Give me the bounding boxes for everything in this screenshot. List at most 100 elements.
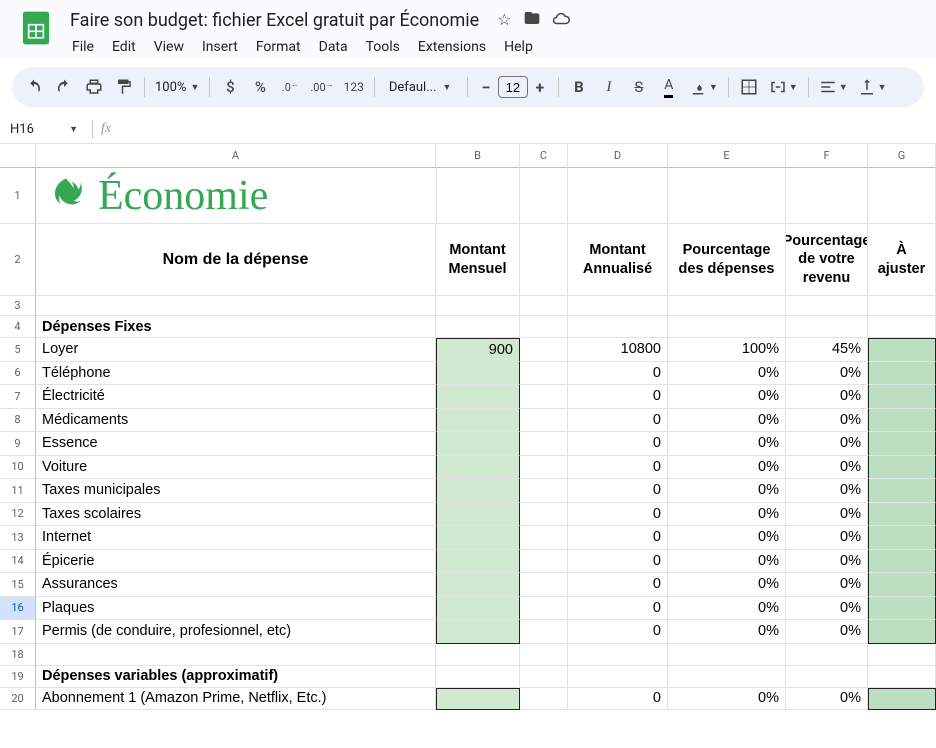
- font-size-input[interactable]: [498, 76, 528, 98]
- expense-monthly[interactable]: 900: [436, 338, 520, 362]
- currency-button[interactable]: $: [216, 73, 244, 101]
- expense-monthly[interactable]: [436, 385, 520, 409]
- section-variable[interactable]: Dépenses variables (approximatif): [36, 666, 436, 688]
- expense-pct-expenses[interactable]: 0%: [668, 456, 786, 480]
- cloud-status-icon[interactable]: [552, 10, 570, 32]
- expense-monthly[interactable]: [436, 479, 520, 503]
- col-header[interactable]: F: [786, 144, 868, 168]
- merge-button[interactable]: ▼: [765, 73, 802, 101]
- expense-annual[interactable]: 0: [568, 409, 668, 433]
- redo-button[interactable]: [50, 73, 78, 101]
- expense-pct-revenue[interactable]: 0%: [786, 550, 868, 574]
- expense-pct-expenses[interactable]: 0%: [668, 526, 786, 550]
- expense-name[interactable]: Voiture: [36, 456, 436, 480]
- row-header[interactable]: 13: [0, 526, 36, 550]
- paint-format-button[interactable]: [110, 73, 138, 101]
- expense-monthly[interactable]: [436, 573, 520, 597]
- row-header[interactable]: 9: [0, 432, 36, 456]
- expense-monthly[interactable]: [436, 526, 520, 550]
- expense-pct-expenses[interactable]: 0%: [668, 688, 786, 710]
- expense-annual[interactable]: 0: [568, 620, 668, 644]
- expense-monthly[interactable]: [436, 432, 520, 456]
- expense-pct-expenses[interactable]: 0%: [668, 362, 786, 386]
- expense-pct-expenses[interactable]: 0%: [668, 432, 786, 456]
- expense-annual[interactable]: 0: [568, 688, 668, 710]
- expense-adjust[interactable]: [868, 338, 936, 362]
- percent-button[interactable]: %: [246, 73, 274, 101]
- expense-annual[interactable]: 0: [568, 456, 668, 480]
- row-header[interactable]: 14: [0, 550, 36, 574]
- expense-pct-expenses[interactable]: 0%: [668, 597, 786, 621]
- expense-pct-expenses[interactable]: 0%: [668, 479, 786, 503]
- select-all-corner[interactable]: [0, 144, 36, 168]
- expense-monthly[interactable]: [436, 503, 520, 527]
- expense-adjust[interactable]: [868, 688, 936, 710]
- text-color-button[interactable]: A: [655, 73, 683, 101]
- expense-name[interactable]: Médicaments: [36, 409, 436, 433]
- expense-pct-revenue[interactable]: 0%: [786, 526, 868, 550]
- header-pct-revenue[interactable]: Pourcentage de votre revenu: [786, 224, 868, 296]
- row-header[interactable]: 5: [0, 338, 36, 362]
- formula-bar[interactable]: [117, 119, 936, 139]
- expense-monthly[interactable]: [436, 620, 520, 644]
- italic-button[interactable]: I: [595, 73, 623, 101]
- expense-adjust[interactable]: [868, 479, 936, 503]
- expense-pct-revenue[interactable]: 0%: [786, 573, 868, 597]
- expense-monthly[interactable]: [436, 362, 520, 386]
- menu-extensions[interactable]: Extensions: [410, 35, 494, 59]
- expense-pct-revenue[interactable]: 0%: [786, 385, 868, 409]
- expense-adjust[interactable]: [868, 597, 936, 621]
- row-header[interactable]: 3: [0, 296, 36, 316]
- row-header[interactable]: 6: [0, 362, 36, 386]
- expense-name[interactable]: Plaques: [36, 597, 436, 621]
- expense-annual[interactable]: 10800: [568, 338, 668, 362]
- expense-pct-revenue[interactable]: 0%: [786, 362, 868, 386]
- col-header[interactable]: B: [436, 144, 520, 168]
- header-pct-expenses[interactable]: Pourcentage des dépenses: [668, 224, 786, 296]
- header-adjust[interactable]: À ajuster: [868, 224, 936, 296]
- expense-pct-expenses[interactable]: 100%: [668, 338, 786, 362]
- expense-adjust[interactable]: [868, 573, 936, 597]
- increase-decimals-button[interactable]: .00→: [306, 73, 337, 101]
- expense-adjust[interactable]: [868, 456, 936, 480]
- brand-cell[interactable]: Économie: [36, 168, 436, 224]
- row-header[interactable]: 11: [0, 479, 36, 503]
- row-header[interactable]: 17: [0, 620, 36, 644]
- row-header[interactable]: 19: [0, 666, 36, 688]
- expense-adjust[interactable]: [868, 409, 936, 433]
- expense-name[interactable]: Essence: [36, 432, 436, 456]
- expense-annual[interactable]: 0: [568, 597, 668, 621]
- expense-adjust[interactable]: [868, 503, 936, 527]
- expense-name[interactable]: Électricité: [36, 385, 436, 409]
- expense-monthly[interactable]: [436, 597, 520, 621]
- expense-name[interactable]: Internet: [36, 526, 436, 550]
- bold-button[interactable]: B: [565, 73, 593, 101]
- row-header[interactable]: 10: [0, 456, 36, 480]
- expense-name[interactable]: Abonnement 1 (Amazon Prime, Netflix, Etc…: [36, 688, 436, 710]
- header-monthly[interactable]: Montant Mensuel: [436, 224, 520, 296]
- expense-pct-expenses[interactable]: 0%: [668, 385, 786, 409]
- expense-pct-revenue[interactable]: 0%: [786, 503, 868, 527]
- borders-button[interactable]: [735, 73, 763, 101]
- expense-adjust[interactable]: [868, 620, 936, 644]
- expense-pct-expenses[interactable]: 0%: [668, 503, 786, 527]
- doc-title[interactable]: Faire son budget: fichier Excel gratuit …: [64, 8, 485, 33]
- strikethrough-button[interactable]: S: [625, 73, 653, 101]
- fill-color-button[interactable]: ▼: [685, 73, 722, 101]
- expense-annual[interactable]: 0: [568, 432, 668, 456]
- expense-adjust[interactable]: [868, 385, 936, 409]
- font-size-inc-button[interactable]: +: [528, 75, 552, 99]
- expense-pct-revenue[interactable]: 0%: [786, 409, 868, 433]
- expense-annual[interactable]: 0: [568, 503, 668, 527]
- expense-pct-expenses[interactable]: 0%: [668, 573, 786, 597]
- expense-monthly[interactable]: [436, 409, 520, 433]
- expense-adjust[interactable]: [868, 362, 936, 386]
- expense-name[interactable]: Taxes municipales: [36, 479, 436, 503]
- star-icon[interactable]: ☆: [497, 10, 511, 32]
- expense-pct-revenue[interactable]: 45%: [786, 338, 868, 362]
- decrease-decimals-button[interactable]: .0←: [276, 73, 304, 101]
- font-select[interactable]: Defaul...▼: [381, 80, 461, 95]
- row-header[interactable]: 1: [0, 168, 36, 224]
- row-header[interactable]: 8: [0, 409, 36, 433]
- expense-name[interactable]: Taxes scolaires: [36, 503, 436, 527]
